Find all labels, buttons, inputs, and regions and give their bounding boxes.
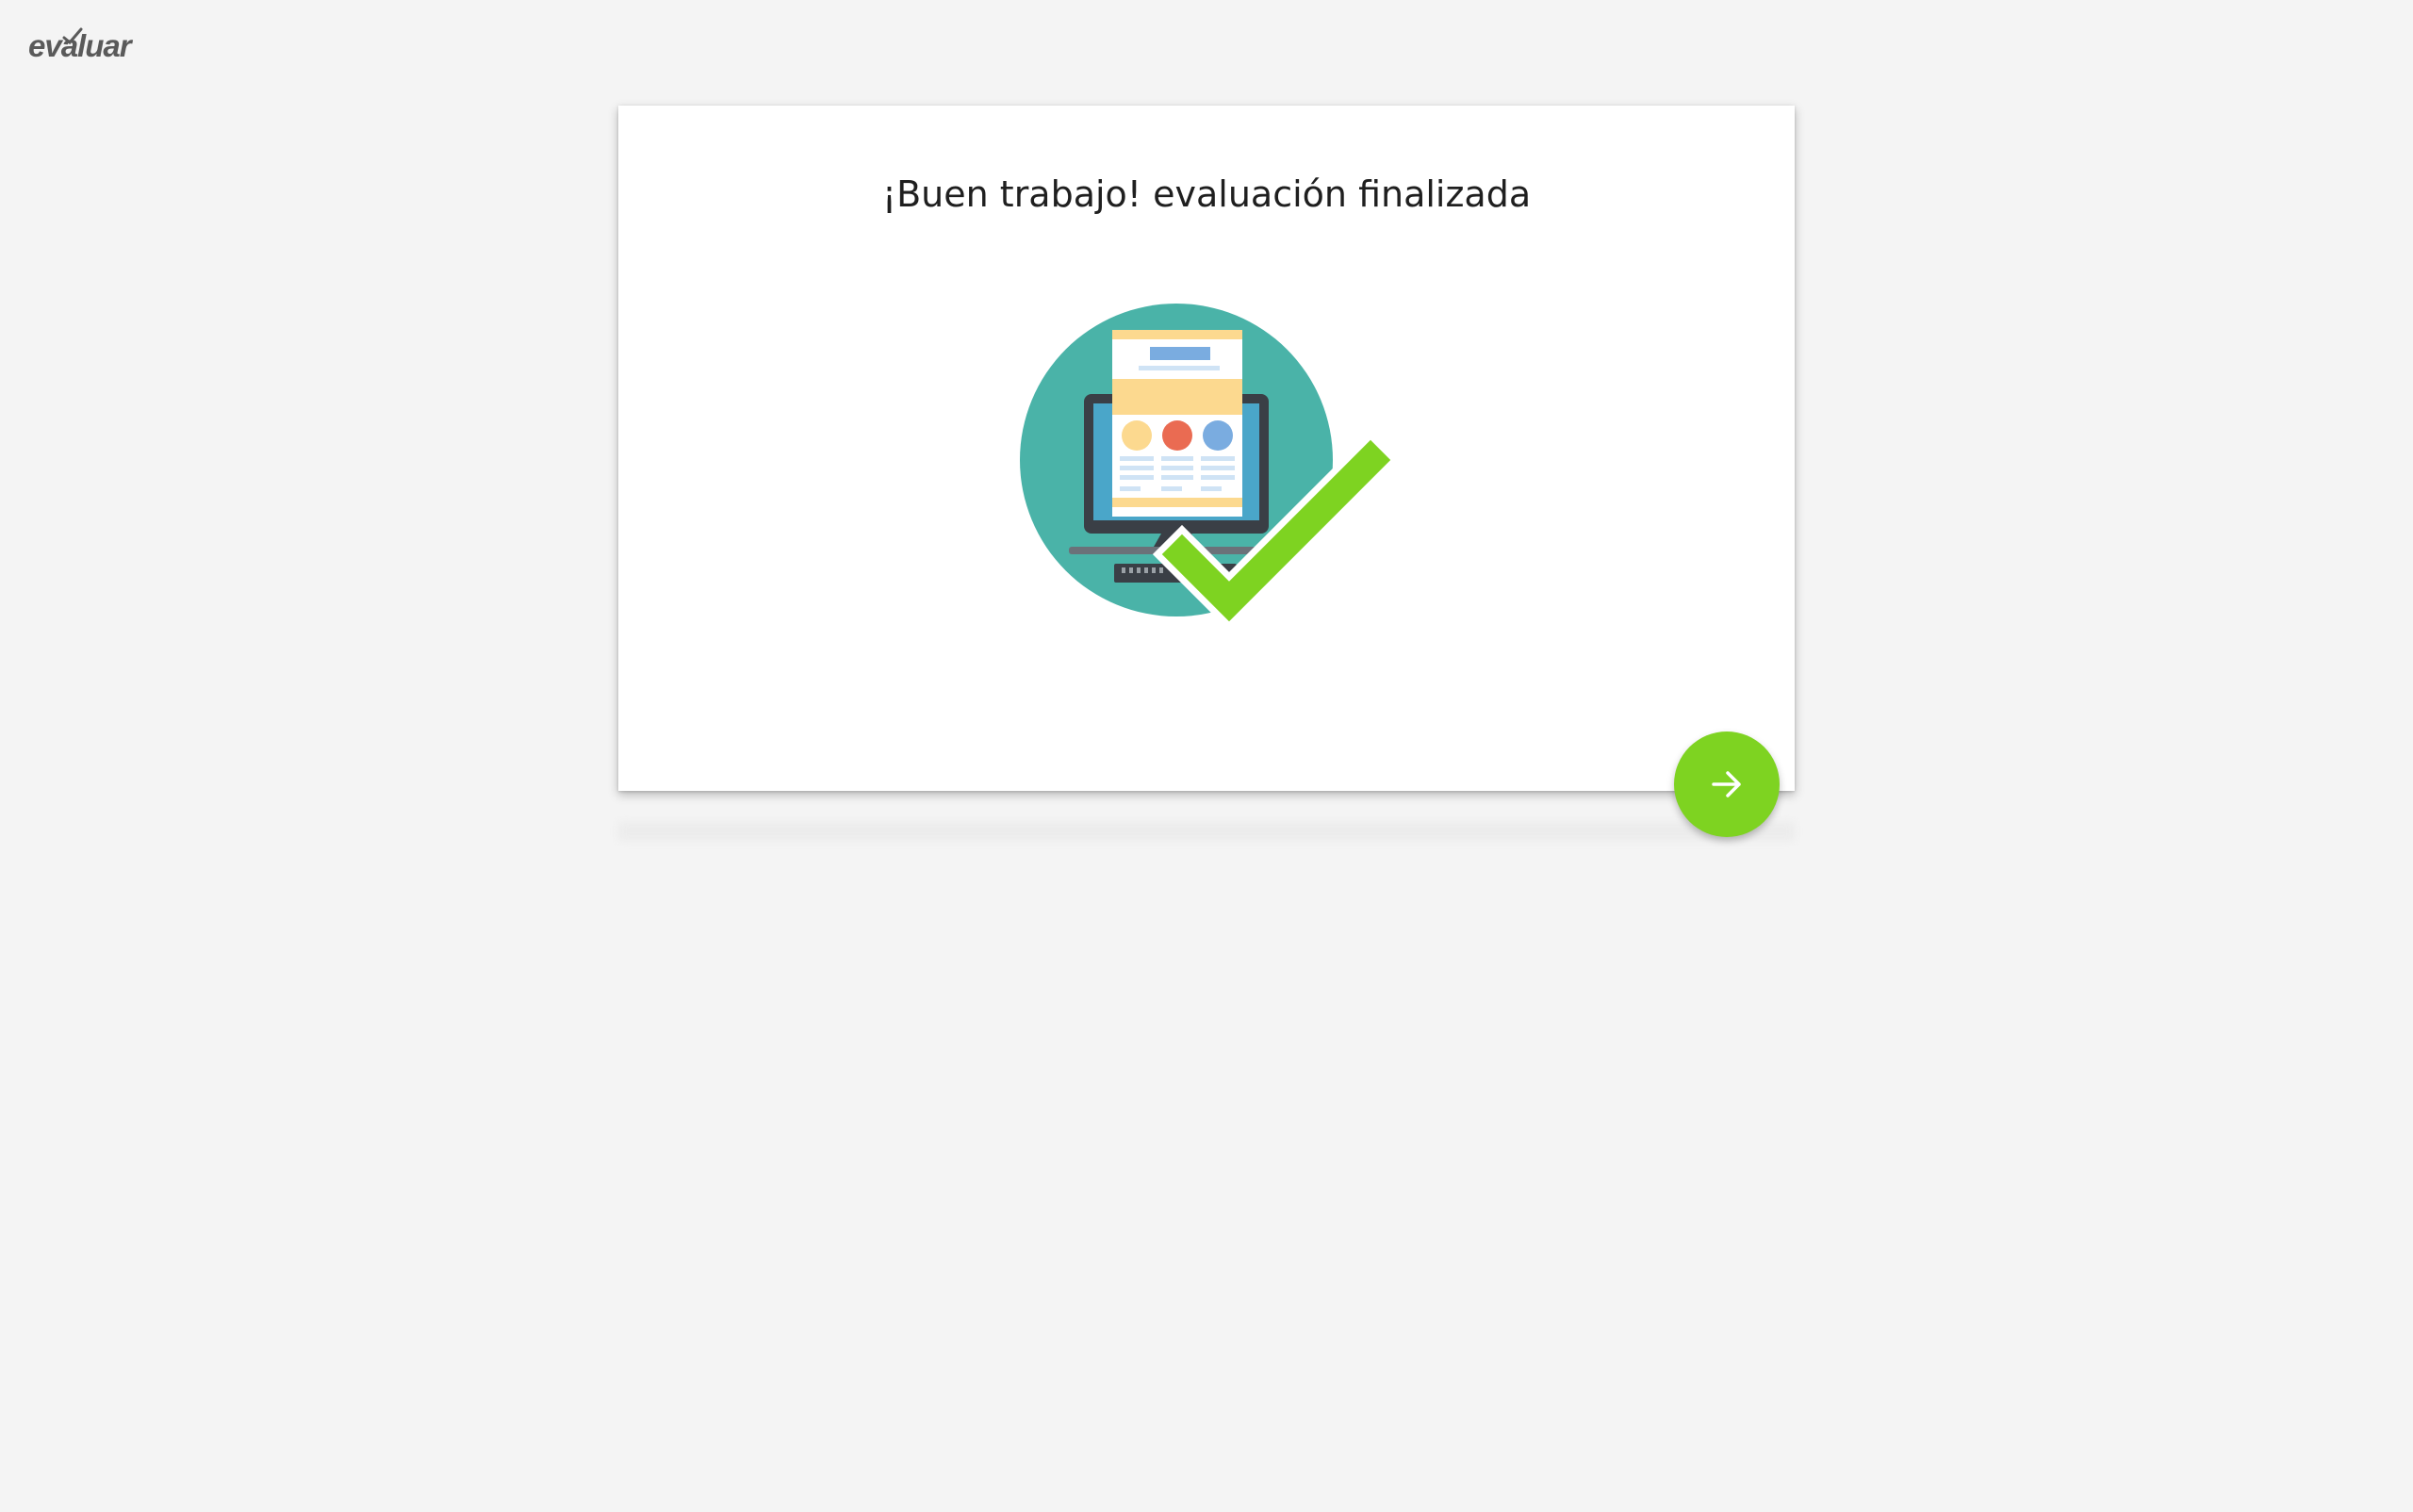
completion-card: ¡Buen trabajo! evaluación finalizada	[618, 106, 1795, 791]
arrow-right-icon	[1712, 771, 1741, 797]
evaluar-logo: evaluar	[28, 26, 134, 64]
logo-check-mark-icon	[62, 27, 83, 45]
card-shadow-strip	[618, 822, 1795, 841]
page-title: ¡Buen trabajo! evaluación finalizada	[881, 173, 1532, 215]
computer-checkmark-illustration	[1020, 304, 1397, 632]
next-button[interactable]	[1674, 731, 1780, 837]
